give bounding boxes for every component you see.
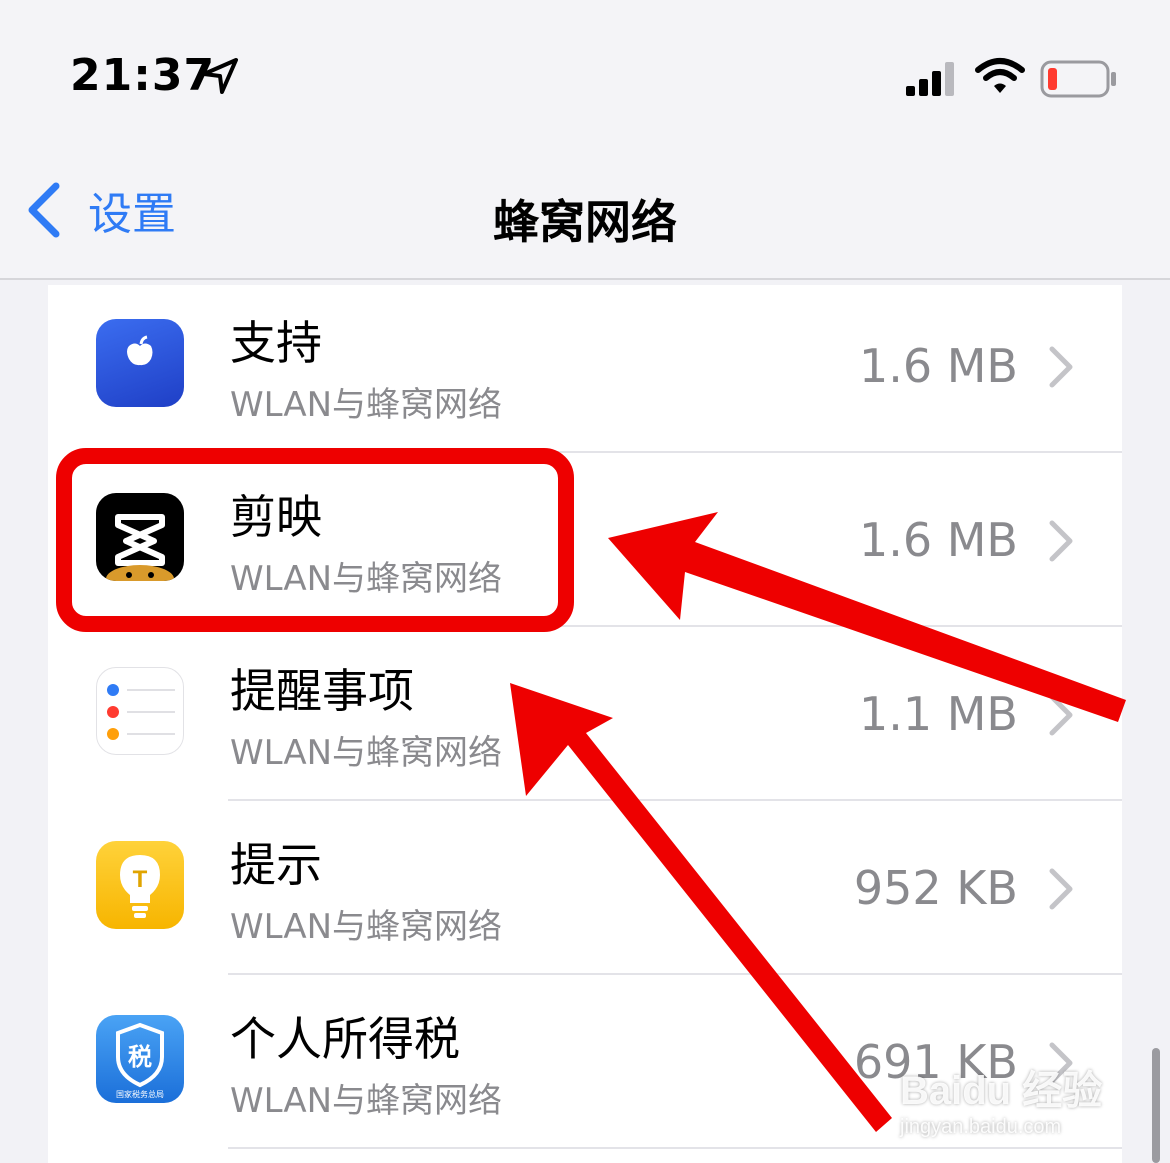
watermark-title: Baidu 经验 [900,1069,1103,1113]
annotation-arrow-upper [608,512,1126,722]
watermark-url: jingyan.baidu.com [900,1116,1062,1138]
annotation-arrows [510,512,1126,1132]
baidu-watermark: Baidu 经验 jingyan.baidu.com [900,1058,1102,1139]
annotation-arrow-lower [510,683,892,1132]
